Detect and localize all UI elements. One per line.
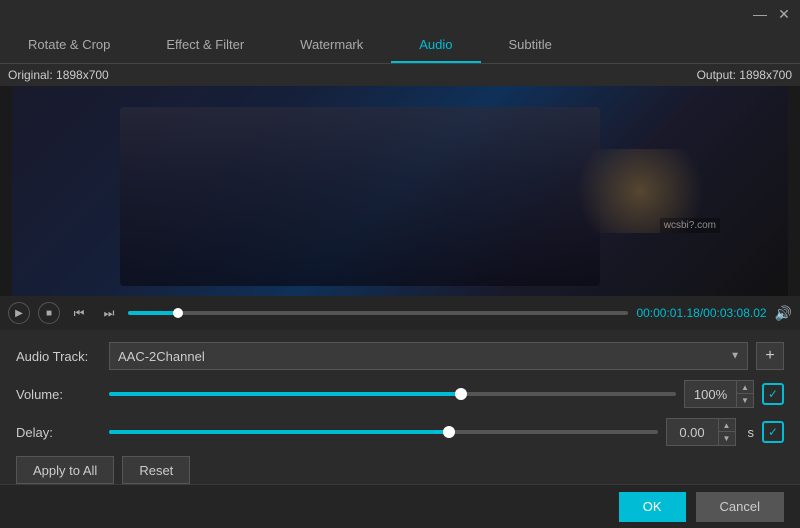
volume-down-button[interactable]: ▼ [737, 394, 753, 407]
reset-button[interactable]: Reset [122, 456, 190, 484]
video-left-panel [0, 86, 12, 296]
prev-button[interactable]: ⏮ [68, 302, 90, 324]
volume-icon[interactable]: 🔊 [775, 305, 792, 322]
volume-up-button[interactable]: ▲ [737, 381, 753, 394]
stop-button[interactable]: ■ [38, 302, 60, 324]
apply-to-all-button[interactable]: Apply to All [16, 456, 114, 484]
video-labels: Original: 1898x700 Output: 1898x700 [0, 64, 800, 86]
add-audio-track-button[interactable]: + [756, 342, 784, 370]
close-button[interactable]: ✕ [776, 6, 792, 22]
volume-label: Volume: [16, 387, 101, 402]
volume-fill [109, 392, 461, 396]
tab-subtitle[interactable]: Subtitle [481, 28, 580, 63]
play-button[interactable]: ▶ [8, 302, 30, 324]
ok-button[interactable]: OK [619, 492, 686, 522]
audio-track-select-wrapper: AAC-2Channel MP3 AAC AC3 ▼ [109, 342, 748, 370]
tab-rotate-crop[interactable]: Rotate & Crop [0, 28, 138, 63]
title-bar: — ✕ [0, 0, 800, 28]
delay-value[interactable] [667, 425, 718, 440]
audio-track-label: Audio Track: [16, 349, 101, 364]
audio-track-row: Audio Track: AAC-2Channel MP3 AAC AC3 ▼ … [16, 342, 784, 370]
cancel-button[interactable]: Cancel [696, 492, 784, 522]
original-label: Original: 1898x700 [8, 68, 109, 82]
delay-fill [109, 430, 449, 434]
volume-spin-buttons: ▲ ▼ [736, 381, 753, 407]
delay-check-icon[interactable]: ✓ [762, 421, 784, 443]
delay-label: Delay: [16, 425, 101, 440]
progress-fill [128, 311, 178, 315]
volume-row: Volume: ▲ ▼ ✓ [16, 380, 784, 408]
delay-up-button[interactable]: ▲ [719, 419, 735, 432]
tab-effect-filter[interactable]: Effect & Filter [138, 28, 272, 63]
video-watermark: wcsbi?.com [660, 218, 720, 233]
delay-slider[interactable] [109, 430, 658, 434]
volume-input-group: ▲ ▼ [684, 380, 754, 408]
video-right-panel [788, 86, 800, 296]
tab-watermark[interactable]: Watermark [272, 28, 391, 63]
footer: OK Cancel [0, 484, 800, 528]
controls-section: Audio Track: AAC-2Channel MP3 AAC AC3 ▼ … [0, 330, 800, 496]
next-button[interactable]: ⏭ [98, 302, 120, 324]
volume-value[interactable] [685, 387, 736, 402]
delay-suffix: s [748, 425, 755, 440]
audio-track-select[interactable]: AAC-2Channel MP3 AAC AC3 [109, 342, 748, 370]
volume-thumb [455, 388, 467, 400]
delay-spin-buttons: ▲ ▼ [718, 419, 735, 445]
volume-slider[interactable] [109, 392, 676, 396]
progress-track[interactable] [128, 311, 628, 315]
minimize-button[interactable]: — [752, 6, 768, 22]
bottom-actions: Apply to All Reset [16, 456, 784, 484]
delay-input-group: ▲ ▼ [666, 418, 736, 446]
video-figure [120, 107, 600, 286]
tab-audio[interactable]: Audio [391, 28, 480, 63]
output-label: Output: 1898x700 [697, 68, 792, 82]
delay-down-button[interactable]: ▼ [719, 432, 735, 445]
progress-thumb [173, 308, 183, 318]
time-display: 00:00:01.18/00:03:08.02 [636, 306, 766, 320]
delay-thumb [443, 426, 455, 438]
tab-bar: Rotate & Crop Effect & Filter Watermark … [0, 28, 800, 64]
video-preview: wcsbi?.com [0, 86, 800, 296]
volume-check-icon[interactable]: ✓ [762, 383, 784, 405]
playback-bar: ▶ ■ ⏮ ⏭ 00:00:01.18/00:03:08.02 🔊 [0, 296, 800, 330]
delay-row: Delay: ▲ ▼ s ✓ [16, 418, 784, 446]
